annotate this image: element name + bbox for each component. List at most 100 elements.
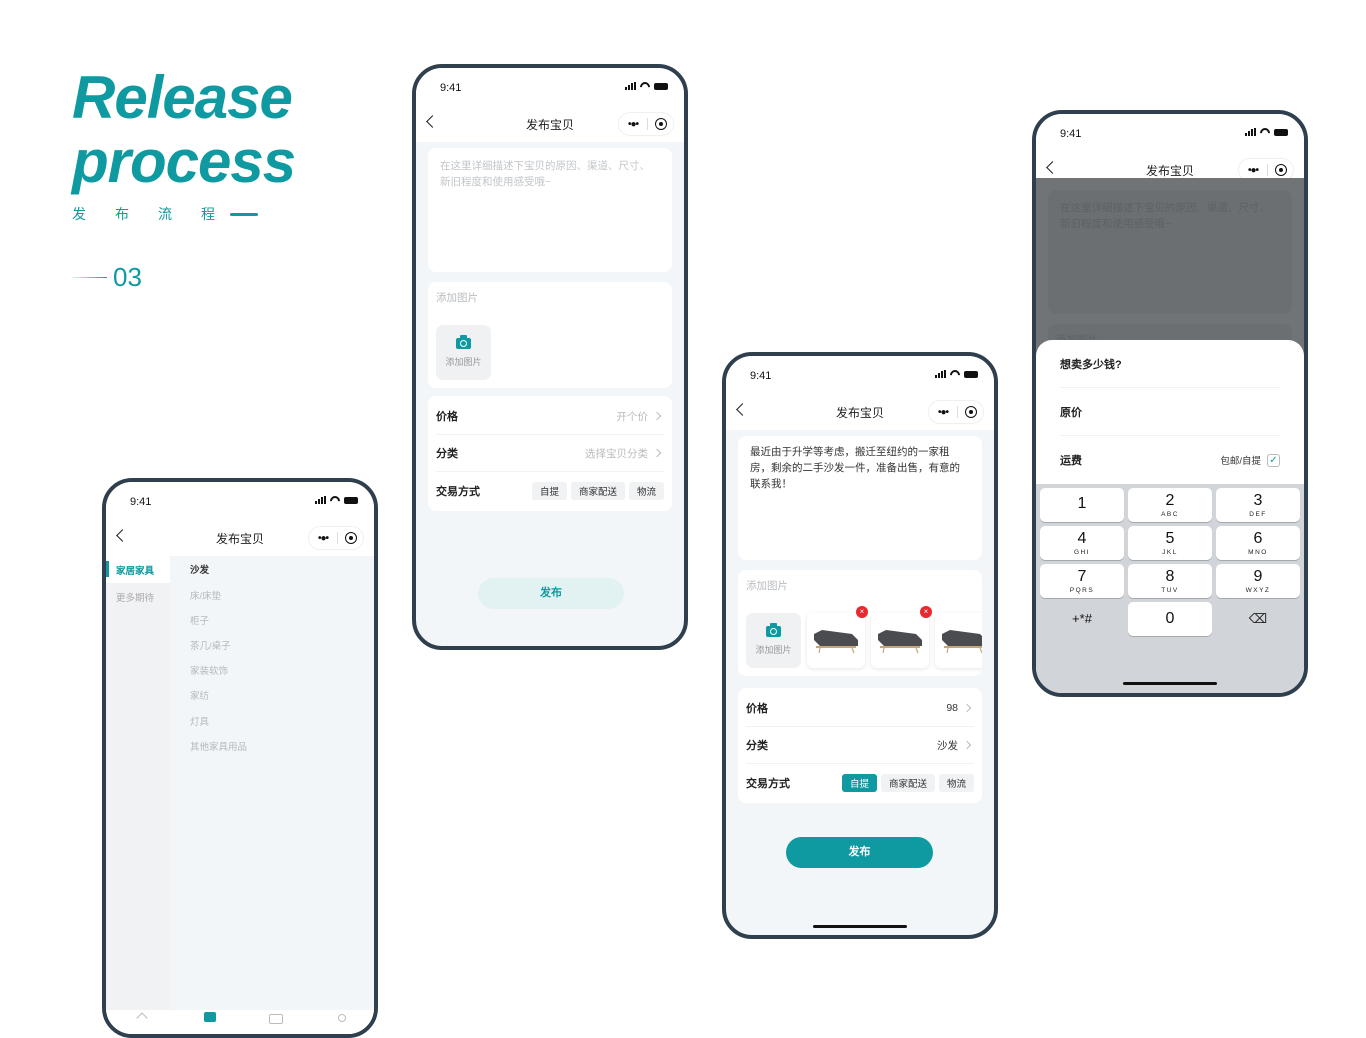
key-7[interactable]: 7 PQRS	[1040, 564, 1124, 598]
publish-button[interactable]: 发布	[786, 837, 933, 868]
photo-thumbnail[interactable]: ×	[935, 613, 982, 668]
original-price-row[interactable]: 原价	[1060, 388, 1280, 436]
key-8[interactable]: 8 TUV	[1128, 564, 1212, 598]
more-dots-icon[interactable]: •●•	[1239, 165, 1267, 176]
trade-method-row: 交易方式 自提 商家配送 物流	[746, 764, 974, 801]
publish-icon[interactable]	[204, 1012, 216, 1022]
trade-method-label: 交易方式	[746, 777, 790, 790]
photo-thumbnail[interactable]: ×	[807, 606, 868, 668]
sheet-title: 想卖多少钱?	[1060, 340, 1280, 388]
key-letters: TUV	[1161, 586, 1179, 594]
target-icon[interactable]	[965, 406, 977, 418]
target-icon[interactable]	[655, 118, 667, 130]
price-row[interactable]: 价格 98	[746, 690, 974, 727]
photos-card: 添加图片 添加图片	[428, 282, 672, 388]
subcategory-item[interactable]: 灯具	[170, 708, 374, 733]
key-letters: DEF	[1249, 510, 1267, 518]
subcategory-item[interactable]: 柜子	[170, 607, 374, 632]
shipping-label: 运费	[1060, 455, 1082, 467]
target-icon[interactable]	[1275, 164, 1287, 176]
trade-option-delivery[interactable]: 商家配送	[570, 481, 625, 500]
category-item-furniture[interactable]: 家居家具	[106, 556, 170, 583]
subcategory-item[interactable]: 其他家具用品	[170, 733, 374, 758]
key-0[interactable]: 0	[1128, 602, 1212, 636]
more-dots-icon[interactable]: •●•	[929, 407, 957, 418]
wifi-icon	[640, 82, 650, 90]
subtitle-char: 布	[115, 206, 129, 222]
step-number: 03	[113, 262, 142, 292]
original-price-label: 原价	[1060, 406, 1082, 419]
subcategory-item[interactable]: 家纺	[170, 683, 374, 708]
category-placeholder: 选择宝贝分类	[585, 447, 648, 460]
trade-option-logistics[interactable]: 物流	[628, 481, 664, 500]
key-1[interactable]: 1	[1040, 488, 1124, 522]
key-9[interactable]: 9 WXYZ	[1216, 564, 1300, 598]
key-digit: 3	[1253, 491, 1263, 509]
delete-photo-icon[interactable]: ×	[920, 606, 932, 618]
price-value: 98	[946, 702, 958, 714]
description-input[interactable]: 在这里详细描述下宝贝的原因、渠道、尺寸、新旧程度和使用感受哦~	[428, 148, 672, 272]
price-row[interactable]: 价格 开个价	[436, 398, 664, 435]
key-delete[interactable]: ⌫	[1216, 602, 1300, 636]
key-symbols-label: +*#	[1072, 611, 1092, 626]
key-letters: ABC	[1161, 510, 1179, 518]
trade-option-pickup[interactable]: 自提	[841, 773, 877, 792]
target-icon[interactable]	[345, 532, 357, 544]
camera-icon	[456, 334, 471, 349]
category-row[interactable]: 分类 选择宝贝分类	[436, 435, 664, 472]
capsule-divider	[647, 118, 648, 130]
more-dots-icon[interactable]: •●•	[309, 533, 337, 544]
key-letters: MNO	[1248, 548, 1268, 556]
key-letters: GHI	[1073, 548, 1091, 556]
add-photo-button[interactable]: 添加图片	[746, 613, 801, 668]
key-digit: 8	[1165, 567, 1175, 585]
shipping-checkbox[interactable]: ✓	[1267, 453, 1280, 467]
publish-button-disabled[interactable]: 发布	[478, 578, 624, 609]
phone-empty-form: 9:41 发布宝贝 •●• 在这里详细描述下宝贝的原因、渠道、尺寸、新旧程度和使…	[412, 64, 688, 650]
home-icon[interactable]	[136, 1012, 148, 1024]
add-photo-label: 添加图片	[755, 644, 792, 655]
status-icons	[1245, 128, 1288, 136]
trade-option-pickup[interactable]: 自提	[531, 481, 567, 500]
photo-thumbnail[interactable]: ×	[871, 606, 932, 668]
price-placeholder: 开个价	[616, 410, 649, 423]
add-photo-button[interactable]: 添加图片	[436, 325, 491, 380]
subtitle-char: 程	[201, 206, 215, 222]
key-5[interactable]: 5 JKL	[1128, 526, 1212, 560]
key-digit: 4	[1077, 529, 1087, 547]
subcategory-item[interactable]: 家装软饰	[170, 658, 374, 683]
category-item-more[interactable]: 更多期待	[106, 583, 170, 610]
description-placeholder: 在这里详细描述下宝贝的原因、渠道、尺寸、新旧程度和使用感受哦~	[440, 160, 650, 188]
category-row[interactable]: 分类 沙发	[746, 727, 974, 764]
key-2[interactable]: 2 ABC	[1128, 488, 1212, 522]
subcategory-item[interactable]: 沙发	[170, 556, 374, 582]
chevron-right-icon	[652, 411, 662, 421]
photos-label: 添加图片	[746, 580, 788, 592]
category-value: 沙发	[937, 739, 958, 752]
profile-icon[interactable]	[338, 1014, 346, 1022]
category-label: 分类	[746, 740, 768, 752]
status-icons	[315, 496, 358, 504]
nav-bar: 发布宝贝 •●•	[416, 108, 684, 142]
key-symbols[interactable]: +*#	[1040, 602, 1124, 636]
key-4[interactable]: 4 GHI	[1040, 526, 1124, 560]
description-input[interactable]: 最近由于升学等考虑，搬迁至纽约的一家租房，剩余的二手沙发一件，准备出售，有意的联…	[738, 436, 982, 560]
delete-photo-icon[interactable]: ×	[856, 606, 868, 618]
subcategory-item[interactable]: 茶几/桌子	[170, 632, 374, 657]
key-6[interactable]: 6 MNO	[1216, 526, 1300, 560]
description-input-dimmed: 在这里详细描述下宝贝的原因、渠道、尺寸、新旧程度和使用感受哦~	[1048, 190, 1292, 314]
trade-option-delivery[interactable]: 商家配送	[880, 773, 935, 792]
capsule-divider	[337, 532, 338, 544]
subtitle-char: 发	[72, 206, 86, 222]
details-card: 价格 98 分类 沙发 交易方式 自提 商家配送 物流	[738, 688, 982, 803]
key-letters: PQRS	[1069, 586, 1095, 594]
key-digit: 6	[1253, 529, 1263, 547]
more-dots-icon[interactable]: •●•	[619, 119, 647, 130]
subcategory-item[interactable]: 床/床垫	[170, 582, 374, 607]
trade-option-logistics[interactable]: 物流	[938, 773, 974, 792]
category-label: 分类	[436, 448, 458, 460]
key-digit: 5	[1165, 529, 1175, 547]
status-time: 9:41	[440, 82, 462, 94]
mini-program-capsule: •●•	[308, 526, 364, 550]
key-3[interactable]: 3 DEF	[1216, 488, 1300, 522]
